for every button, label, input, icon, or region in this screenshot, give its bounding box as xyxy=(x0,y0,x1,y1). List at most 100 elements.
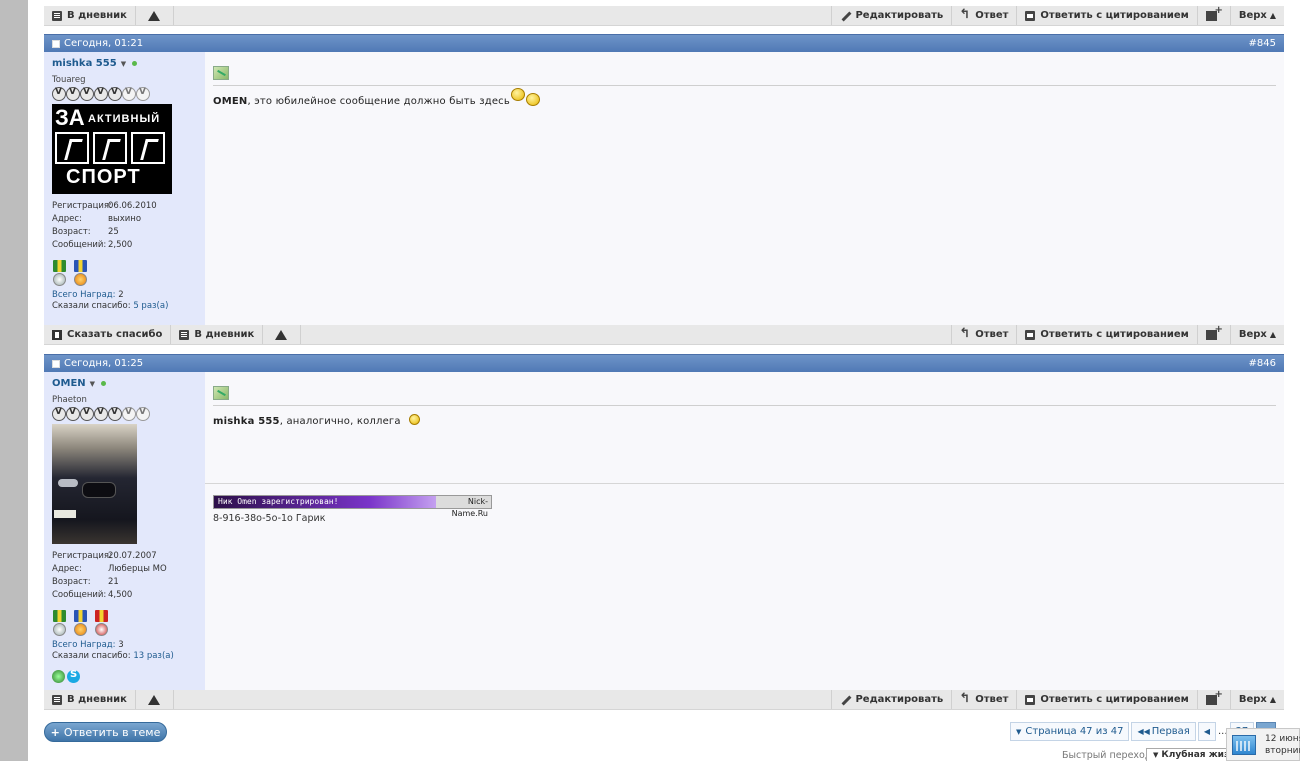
post-body: mishka 555 ▼ Touareg ЗА АКТИВНЫЙ xyxy=(44,52,1284,325)
chevron-left-icon: ◀ xyxy=(1203,727,1210,736)
multiquote-button[interactable] xyxy=(1196,689,1230,709)
reply-button[interactable]: Ответ xyxy=(951,690,1016,709)
total-awards-link[interactable]: Всего Наград: xyxy=(52,640,116,650)
reply-quote-button[interactable]: Ответить с цитированием xyxy=(1016,690,1196,709)
post-body: OMEN ▼ Phaeton V V V V V V V Регистрация… xyxy=(44,372,1284,690)
diary-icon xyxy=(52,694,62,705)
username-menu[interactable]: mishka 555 ▼ xyxy=(52,58,197,69)
quote-icon xyxy=(1025,694,1036,705)
diary-button[interactable]: В дневник xyxy=(44,6,136,25)
online-status-icon xyxy=(101,381,107,386)
user-stats: Регистрация: 06.06.2010 Адрес: выхино Возр… xyxy=(52,201,157,250)
multiquote-button[interactable] xyxy=(1196,5,1230,25)
post-845: Сегодня, 01:21 #845 mishka 555 ▼ Touareg xyxy=(44,34,1284,345)
awards-info: Всего Наград: 3 Сказали спасибо: 13 раз(… xyxy=(52,640,174,661)
caret-down-icon: ▼ xyxy=(120,59,127,68)
medal-icon[interactable] xyxy=(73,610,88,636)
post-icon xyxy=(213,66,229,80)
multiquote-button[interactable] xyxy=(1196,324,1230,344)
user-messages: 4,500 xyxy=(108,590,133,600)
warning-icon xyxy=(147,694,160,705)
thanks-count-link[interactable]: 13 раз(а) xyxy=(133,651,173,661)
reputation-icon xyxy=(52,407,66,421)
reputation-icons xyxy=(52,87,197,101)
total-awards-link[interactable]: Всего Наград: xyxy=(52,290,116,300)
post-header: Сегодня, 01:21 #845 xyxy=(44,34,1284,52)
plus-icon: + xyxy=(50,725,60,739)
reply-arrow-icon xyxy=(959,7,970,22)
diary-button[interactable]: В дневник xyxy=(44,690,136,709)
quote-icon xyxy=(1025,10,1036,21)
post-number-link[interactable]: #845 xyxy=(1249,38,1276,49)
reg-date: 20.07.2007 xyxy=(108,551,157,561)
reputation-icon xyxy=(122,87,136,101)
signature: Ник Omen зарегистрирован! Nick-Name.Ru 8… xyxy=(213,495,492,524)
left-gutter xyxy=(0,0,28,761)
reputation-icon xyxy=(108,87,122,101)
signature-divider xyxy=(205,483,1284,484)
medal-icon[interactable] xyxy=(94,610,109,636)
top-button[interactable]: Верх ▲ xyxy=(1229,690,1284,709)
first-page-link[interactable]: ◀◀ Первая xyxy=(1131,722,1196,741)
medal-icon[interactable] xyxy=(52,260,67,286)
reputation-icon xyxy=(80,407,94,421)
report-button[interactable] xyxy=(136,6,174,25)
say-thanks-button[interactable]: Сказать спасибо xyxy=(44,325,172,344)
post-number-link[interactable]: #846 xyxy=(1249,358,1276,369)
signature-banner[interactable]: Ник Omen зарегистрирован! Nick-Name.Ru xyxy=(213,495,492,518)
icq-icon[interactable] xyxy=(52,670,65,683)
post-date: Сегодня, 01:25 xyxy=(64,358,144,369)
user-stats: Регистрация: 20.07.2007 Адрес: Люберцы МО … xyxy=(52,551,167,600)
user-address: Люберцы МО xyxy=(108,564,167,574)
diary-icon xyxy=(179,329,190,340)
reputation-icon xyxy=(66,87,80,101)
diary-icon xyxy=(52,10,62,21)
double-chevron-left-icon: ◀◀ xyxy=(1137,727,1150,736)
smiley-icon xyxy=(525,93,540,106)
medal-icon[interactable] xyxy=(52,610,67,636)
post-toolbar: Сказать спасибо В дневник Ответ Ответить… xyxy=(44,324,1284,345)
username-menu[interactable]: OMEN ▼ xyxy=(52,378,197,389)
reputation-icon xyxy=(136,407,150,421)
post-message: mishka 555, аналогично, коллега xyxy=(213,414,1276,427)
arrow-up-icon: ▲ xyxy=(1269,330,1276,339)
reply-arrow-icon xyxy=(959,691,970,706)
reply-arrow-icon xyxy=(959,326,970,341)
diary-button[interactable]: В дневник xyxy=(171,325,264,344)
pager-status[interactable]: ▼ Страница 47 из 47 xyxy=(1010,722,1130,741)
reputation-icon xyxy=(94,87,108,101)
edit-button[interactable]: Редактировать xyxy=(831,690,951,709)
arrow-up-icon: ▲ xyxy=(1269,695,1276,704)
post-header: Сегодня, 01:25 #846 xyxy=(44,354,1284,372)
userinfo-panel: OMEN ▼ Phaeton V V V V V V V Регистрация… xyxy=(44,372,205,690)
reputation-icon xyxy=(66,407,80,421)
post-content: OMEN, это юбилейное сообщение должно быт… xyxy=(205,52,1284,325)
reply-in-thread-button[interactable]: + Ответить в теме xyxy=(44,722,167,742)
smiley-icon xyxy=(510,88,525,101)
quick-nav-select[interactable]: ▼ Клубная жизн xyxy=(1146,748,1236,761)
report-button[interactable] xyxy=(263,325,302,344)
user-messages: 2,500 xyxy=(108,240,133,250)
reply-quote-button[interactable]: Ответить с цитированием xyxy=(1016,325,1196,344)
smiley-icon xyxy=(408,414,420,425)
reputation-icon xyxy=(108,407,122,421)
top-button[interactable]: Верх ▲ xyxy=(1229,325,1284,344)
report-button[interactable] xyxy=(136,690,174,709)
user-age: 25 xyxy=(108,227,119,237)
skype-icon[interactable] xyxy=(67,669,80,683)
post-content: mishka 555, аналогично, коллега Ник Omen… xyxy=(205,372,1284,690)
top-button[interactable]: Верх ▲ xyxy=(1229,6,1284,25)
avatar[interactable] xyxy=(52,424,137,544)
prev-page-link[interactable]: ◀ xyxy=(1197,722,1216,741)
thanks-count-link[interactable]: 5 раз(а) xyxy=(133,301,168,311)
awards-info: Всего Наград: 2 Сказали спасибо: 5 раз(а… xyxy=(52,290,169,311)
edit-button[interactable]: Редактировать xyxy=(831,6,951,25)
reply-button[interactable]: Ответ xyxy=(951,6,1016,25)
reply-quote-button[interactable]: Ответить с цитированием xyxy=(1016,6,1196,25)
reply-button[interactable]: Ответ xyxy=(951,325,1016,344)
avatar[interactable]: ЗА АКТИВНЫЙ СПОРТ xyxy=(52,104,172,194)
medal-icon[interactable] xyxy=(73,260,88,286)
thanks-icon xyxy=(52,329,62,340)
calendar-tray[interactable]: 12 июня вторник xyxy=(1226,728,1300,761)
user-age: 21 xyxy=(108,577,119,587)
